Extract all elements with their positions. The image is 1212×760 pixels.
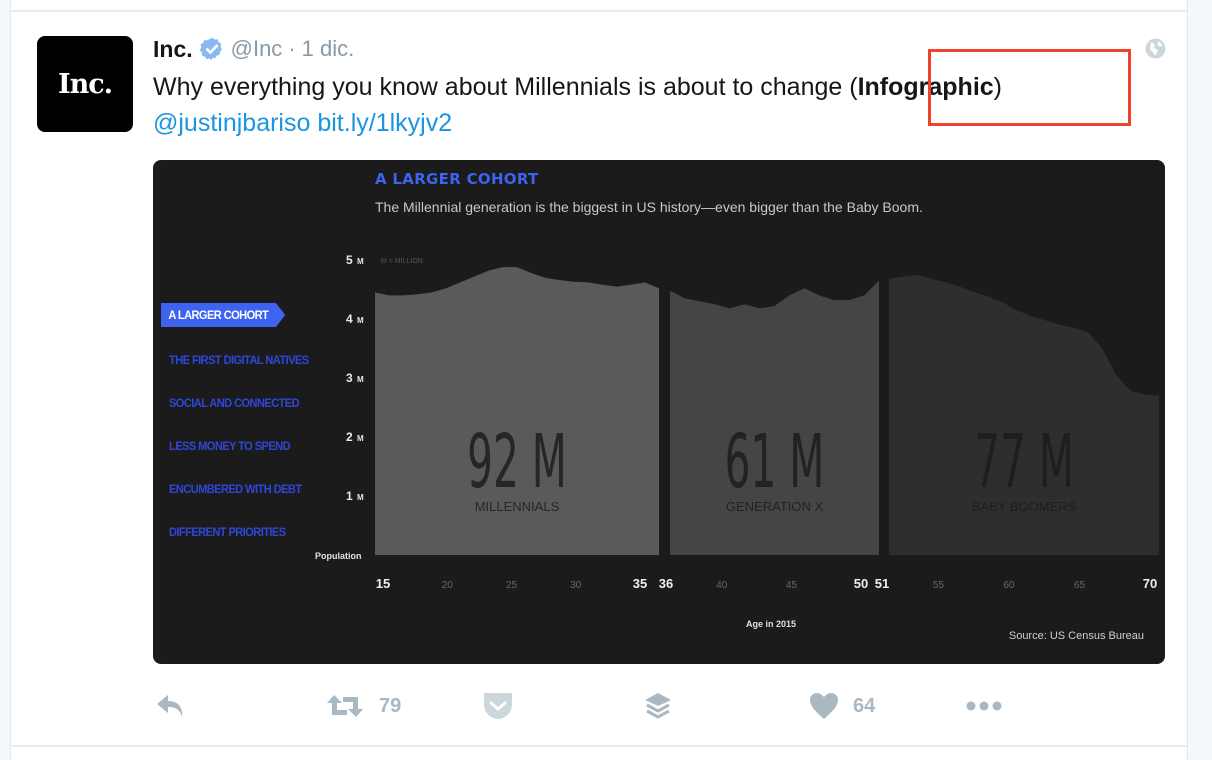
x-tick-label: 51: [875, 576, 889, 591]
area-chart: 92 MMILLENNIALS 61 MGENERATION X 77 MBABY …: [315, 253, 1159, 642]
x-tick-label: 65: [1074, 580, 1086, 591]
x-tick-label: 60: [1003, 580, 1015, 591]
buffer-stack-icon: [645, 693, 671, 719]
series-total-label: 92 M: [467, 420, 567, 506]
y-tick-label: 3: [346, 371, 353, 385]
x-tick-label: 30: [570, 580, 582, 591]
series-total-label: 77 M: [974, 420, 1074, 506]
x-tick-label: 55: [933, 580, 945, 591]
y-tick-unit: M: [357, 257, 364, 266]
nav-item[interactable]: DIFFERENT PRIORITIES: [169, 525, 286, 539]
retweet-count: 79: [379, 694, 402, 717]
x-tick-label: 50: [854, 576, 868, 591]
reply-button[interactable]: [155, 686, 189, 726]
nav-item[interactable]: SOCIAL AND CONNECTED: [169, 396, 300, 410]
y-tick-label: 2: [346, 430, 353, 444]
infographic-image[interactable]: 92 M MILLENNIALS 61 M GENERATION X 77 M BABY …: [153, 160, 1165, 664]
like-button[interactable]: 64: [809, 686, 875, 726]
verified-badge-icon: [199, 37, 222, 61]
nav-item[interactable]: THE FIRST DIGITAL NATIVES: [169, 353, 309, 367]
x-axis-title: Age in 2015: [746, 619, 796, 629]
mention-link[interactable]: @justinjbariso: [153, 109, 310, 137]
nav-item[interactable]: LESS MONEY TO SPEND: [169, 439, 291, 453]
divider: [11, 745, 1187, 747]
series-name-label: BABY BOOMERS: [972, 499, 1077, 514]
avatar[interactable]: Inc.: [37, 36, 133, 132]
separator: ·: [288, 36, 296, 61]
tweet-text-main: Why everything you know about Millennial…: [153, 73, 858, 101]
divider: [11, 10, 1187, 12]
pocket-icon: [484, 693, 512, 719]
series-name-label: MILLENNIALS: [475, 499, 560, 514]
tweet-links: @justinjbariso bit.ly/1lkyjv2: [153, 106, 452, 140]
x-tick-label: 40: [716, 580, 728, 591]
pocket-button[interactable]: [481, 686, 515, 726]
tweet-header: Inc. @Inc · 1 dic.: [153, 34, 354, 64]
y-axis-title: Population: [315, 551, 362, 561]
y-tick-unit: M: [357, 375, 364, 384]
x-tick-label: 45: [786, 580, 798, 591]
nav-item[interactable]: ENCUMBERED WITH DEBT: [169, 482, 302, 496]
retweet-icon: [327, 695, 363, 717]
author-name[interactable]: Inc.: [153, 36, 193, 63]
tweet-text: Why everything you know about Millennial…: [153, 70, 1002, 104]
heart-icon: [810, 693, 838, 719]
nav-item[interactable]: A LARGER COHORT: [161, 303, 285, 327]
annotation-highlight-box: [928, 49, 1131, 126]
author-handle[interactable]: @Inc: [231, 36, 283, 62]
timestamp[interactable]: 1 dic.: [302, 36, 355, 62]
x-tick-label: 20: [442, 580, 454, 591]
infographic-title: A LARGER COHORT: [375, 170, 539, 188]
y-tick-label: 5: [346, 253, 353, 267]
retweet-button[interactable]: 79: [325, 686, 401, 726]
x-tick-label: 15: [376, 576, 390, 591]
more-dots-icon: [966, 701, 1002, 711]
unit-note: M = MILLION: [381, 258, 423, 265]
y-tick-unit: M: [357, 493, 364, 502]
x-tick-label: 36: [659, 576, 673, 591]
more-button[interactable]: [965, 686, 1005, 726]
globe-icon: [1145, 38, 1166, 59]
x-tick-label: 25: [506, 580, 518, 591]
tweet-actions: 79 64: [153, 686, 1053, 726]
like-count: 64: [853, 694, 876, 717]
avatar-logo: Inc.: [57, 68, 113, 100]
y-tick-unit: M: [357, 434, 364, 443]
y-tick-label: 4: [346, 312, 353, 326]
series-total-label: 61 M: [725, 420, 825, 506]
timeline: Inc. Inc. @Inc · 1 dic. Why everything y…: [10, 0, 1188, 760]
series-name-label: GENERATION X: [726, 499, 824, 514]
url-link[interactable]: bit.ly/1lkyjv2: [317, 109, 452, 137]
x-tick-label: 70: [1143, 576, 1157, 591]
source-label: Source: US Census Bureau: [1009, 630, 1144, 642]
reply-icon: [157, 695, 183, 717]
y-tick-unit: M: [357, 316, 364, 325]
y-tick-label: 1: [346, 489, 353, 503]
buffer-button[interactable]: [643, 686, 673, 726]
infographic-subtitle: The Millennial generation is the biggest…: [375, 199, 923, 215]
x-tick-label: 35: [633, 576, 647, 591]
